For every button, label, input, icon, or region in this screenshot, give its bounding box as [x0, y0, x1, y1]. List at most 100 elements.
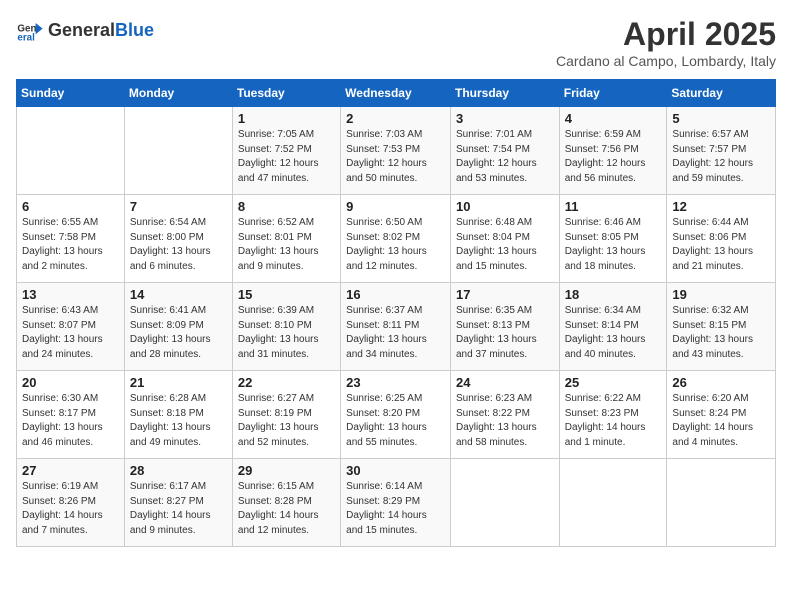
- day-number: 17: [456, 287, 554, 302]
- calendar-cell: 3 Sunrise: 7:01 AM Sunset: 7:54 PM Daylig…: [450, 107, 559, 195]
- weekday-header-monday: Monday: [124, 80, 232, 107]
- day-info: Sunrise: 6:28 AM Sunset: 8:18 PM Dayligh…: [130, 392, 227, 450]
- calendar-cell: 27 Sunrise: 6:19 AM Sunset: 8:26 PM Dayli…: [17, 459, 125, 547]
- calendar-cell: 20 Sunrise: 6:30 AM Sunset: 8:17 PM Dayli…: [17, 371, 125, 459]
- day-info: Sunrise: 6:43 AM Sunset: 8:07 PM Dayligh…: [22, 304, 119, 362]
- calendar-cell: 24Sunrise: 6:23 AM Sunset: 8:22 PM Dayli…: [450, 371, 559, 459]
- day-number: 30: [346, 463, 445, 478]
- day-info: Sunrise: 6:27 AM Sunset: 8:19 PM Dayligh…: [238, 392, 335, 450]
- day-number: 21: [130, 375, 227, 390]
- day-number: 8: [238, 199, 335, 214]
- calendar-week-3: 13Sunrise: 6:43 AM Sunset: 8:07 PM Dayli…: [17, 283, 776, 371]
- location-subtitle: Cardano al Campo, Lombardy, Italy: [556, 53, 776, 69]
- calendar-header-row: SundayMondayTuesdayWednesdayThursdayFrid…: [17, 80, 776, 107]
- day-number: 11: [565, 199, 662, 214]
- calendar-cell: 21 Sunrise: 6:28 AM Sunset: 8:18 PM Dayli…: [124, 371, 232, 459]
- calendar-cell: [450, 459, 559, 547]
- day-info: Sunrise: 6:37 AM Sunset: 8:11 PM Dayligh…: [346, 304, 445, 362]
- day-number: 28: [130, 463, 227, 478]
- calendar-cell: 23Sunrise: 6:25 AM Sunset: 8:20 PM Dayli…: [341, 371, 451, 459]
- day-info: Sunrise: 6:17 AM Sunset: 8:27 PM Dayligh…: [130, 480, 227, 538]
- calendar-cell: [667, 459, 776, 547]
- day-info: Sunrise: 6:14 AM Sunset: 8:29 PM Dayligh…: [346, 480, 445, 538]
- day-number: 25: [565, 375, 662, 390]
- day-info: Sunrise: 6:39 AM Sunset: 8:10 PM Dayligh…: [238, 304, 335, 362]
- calendar-cell: 25 Sunrise: 6:22 AM Sunset: 8:23 PM Dayli…: [559, 371, 667, 459]
- calendar-cell: [17, 107, 125, 195]
- day-number: 4: [565, 111, 662, 126]
- day-info: Sunrise: 6:35 AM Sunset: 8:13 PM Dayligh…: [456, 304, 554, 362]
- day-info: Sunrise: 6:55 AM Sunset: 7:58 PM Dayligh…: [22, 216, 119, 274]
- page-header: Gen eral GeneralBlue April 2025 Cardano …: [16, 16, 776, 69]
- calendar-cell: 26 Sunrise: 6:20 AM Sunset: 8:24 PM Dayli…: [667, 371, 776, 459]
- calendar-table: SundayMondayTuesdayWednesdayThursdayFrid…: [16, 79, 776, 547]
- day-info: Sunrise: 6:59 AM Sunset: 7:56 PM Dayligh…: [565, 128, 662, 186]
- day-info: Sunrise: 6:30 AM Sunset: 8:17 PM Dayligh…: [22, 392, 119, 450]
- day-number: 29: [238, 463, 335, 478]
- calendar-cell: 19 Sunrise: 6:32 AM Sunset: 8:15 PM Dayli…: [667, 283, 776, 371]
- day-info: Sunrise: 6:50 AM Sunset: 8:02 PM Dayligh…: [346, 216, 445, 274]
- day-number: 27: [22, 463, 119, 478]
- weekday-header-friday: Friday: [559, 80, 667, 107]
- month-title: April 2025: [556, 16, 776, 53]
- calendar-cell: 22 Sunrise: 6:27 AM Sunset: 8:19 PM Dayli…: [232, 371, 340, 459]
- day-info: Sunrise: 6:15 AM Sunset: 8:28 PM Dayligh…: [238, 480, 335, 538]
- day-number: 12: [672, 199, 770, 214]
- day-info: Sunrise: 6:32 AM Sunset: 8:15 PM Dayligh…: [672, 304, 770, 362]
- weekday-header-tuesday: Tuesday: [232, 80, 340, 107]
- day-number: 20: [22, 375, 119, 390]
- calendar-cell: 12Sunrise: 6:44 AM Sunset: 8:06 PM Dayli…: [667, 195, 776, 283]
- day-number: 22: [238, 375, 335, 390]
- day-info: Sunrise: 6:54 AM Sunset: 8:00 PM Dayligh…: [130, 216, 227, 274]
- day-number: 26: [672, 375, 770, 390]
- day-number: 6: [22, 199, 119, 214]
- weekday-header-wednesday: Wednesday: [341, 80, 451, 107]
- day-number: 19: [672, 287, 770, 302]
- day-info: Sunrise: 6:57 AM Sunset: 7:57 PM Dayligh…: [672, 128, 770, 186]
- day-number: 14: [130, 287, 227, 302]
- day-info: Sunrise: 7:01 AM Sunset: 7:54 PM Dayligh…: [456, 128, 554, 186]
- calendar-cell: 6 Sunrise: 6:55 AM Sunset: 7:58 PM Daylig…: [17, 195, 125, 283]
- logo-text-general: General: [48, 20, 115, 40]
- calendar-cell: 16 Sunrise: 6:37 AM Sunset: 8:11 PM Dayli…: [341, 283, 451, 371]
- calendar-cell: 11 Sunrise: 6:46 AM Sunset: 8:05 PM Dayli…: [559, 195, 667, 283]
- calendar-week-2: 6 Sunrise: 6:55 AM Sunset: 7:58 PM Daylig…: [17, 195, 776, 283]
- weekday-header-thursday: Thursday: [450, 80, 559, 107]
- day-info: Sunrise: 6:48 AM Sunset: 8:04 PM Dayligh…: [456, 216, 554, 274]
- day-number: 10: [456, 199, 554, 214]
- day-info: Sunrise: 6:22 AM Sunset: 8:23 PM Dayligh…: [565, 392, 662, 450]
- calendar-cell: 1 Sunrise: 7:05 AM Sunset: 7:52 PM Daylig…: [232, 107, 340, 195]
- day-info: Sunrise: 6:41 AM Sunset: 8:09 PM Dayligh…: [130, 304, 227, 362]
- day-number: 9: [346, 199, 445, 214]
- calendar-cell: 28 Sunrise: 6:17 AM Sunset: 8:27 PM Dayli…: [124, 459, 232, 547]
- day-number: 3: [456, 111, 554, 126]
- day-info: Sunrise: 6:23 AM Sunset: 8:22 PM Dayligh…: [456, 392, 554, 450]
- day-info: Sunrise: 6:19 AM Sunset: 8:26 PM Dayligh…: [22, 480, 119, 538]
- calendar-cell: 10 Sunrise: 6:48 AM Sunset: 8:04 PM Dayli…: [450, 195, 559, 283]
- day-info: Sunrise: 6:20 AM Sunset: 8:24 PM Dayligh…: [672, 392, 770, 450]
- day-number: 5: [672, 111, 770, 126]
- calendar-cell: 30 Sunrise: 6:14 AM Sunset: 8:29 PM Dayli…: [341, 459, 451, 547]
- logo: Gen eral GeneralBlue: [16, 16, 154, 44]
- logo-text-blue: Blue: [115, 20, 154, 40]
- day-number: 1: [238, 111, 335, 126]
- logo-icon: Gen eral: [16, 16, 44, 44]
- day-info: Sunrise: 6:46 AM Sunset: 8:05 PM Dayligh…: [565, 216, 662, 274]
- day-info: Sunrise: 7:05 AM Sunset: 7:52 PM Dayligh…: [238, 128, 335, 186]
- day-info: Sunrise: 6:52 AM Sunset: 8:01 PM Dayligh…: [238, 216, 335, 274]
- day-number: 7: [130, 199, 227, 214]
- calendar-week-4: 20 Sunrise: 6:30 AM Sunset: 8:17 PM Dayli…: [17, 371, 776, 459]
- day-number: 16: [346, 287, 445, 302]
- calendar-cell: 18Sunrise: 6:34 AM Sunset: 8:14 PM Dayli…: [559, 283, 667, 371]
- calendar-cell: 9 Sunrise: 6:50 AM Sunset: 8:02 PM Daylig…: [341, 195, 451, 283]
- calendar-cell: 8 Sunrise: 6:52 AM Sunset: 8:01 PM Daylig…: [232, 195, 340, 283]
- calendar-cell: 14 Sunrise: 6:41 AM Sunset: 8:09 PM Dayli…: [124, 283, 232, 371]
- day-number: 2: [346, 111, 445, 126]
- calendar-cell: 29 Sunrise: 6:15 AM Sunset: 8:28 PM Dayli…: [232, 459, 340, 547]
- calendar-cell: 5 Sunrise: 6:57 AM Sunset: 7:57 PM Daylig…: [667, 107, 776, 195]
- calendar-week-5: 27 Sunrise: 6:19 AM Sunset: 8:26 PM Dayli…: [17, 459, 776, 547]
- calendar-cell: 13Sunrise: 6:43 AM Sunset: 8:07 PM Dayli…: [17, 283, 125, 371]
- day-info: Sunrise: 6:25 AM Sunset: 8:20 PM Dayligh…: [346, 392, 445, 450]
- weekday-header-saturday: Saturday: [667, 80, 776, 107]
- calendar-cell: 15Sunrise: 6:39 AM Sunset: 8:10 PM Dayli…: [232, 283, 340, 371]
